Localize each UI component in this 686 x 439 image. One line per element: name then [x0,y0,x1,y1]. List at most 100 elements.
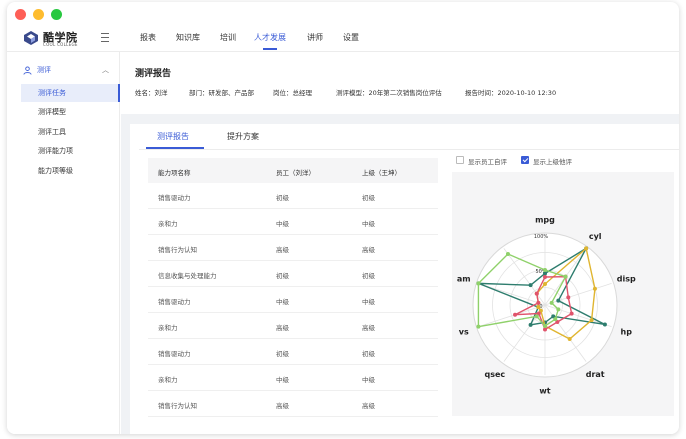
tab-improvement-plan[interactable]: 提升方案 [227,131,259,142]
page-title: 测评报告 [135,69,172,79]
radar-data-point [569,311,574,316]
nav-item-settings[interactable]: 设置 [343,32,359,43]
nav-item-lecturer[interactable]: 讲师 [307,32,323,43]
radar-data-point [584,246,589,251]
chevron-up-icon[interactable]: ︿ [102,65,109,75]
supervisor-level: 中级 [362,220,375,228]
radar-data-point [543,324,547,328]
radar-data-point [553,317,558,322]
ability-name: 亲和力 [158,376,178,384]
tab-report[interactable]: 测评报告 [157,131,189,142]
sidebar-item-label: 测评工具 [38,128,66,136]
header-ability: 能力项名称 [158,169,191,177]
employee-level: 高级 [276,324,289,332]
sidebar-item-tasks[interactable]: 测评任务 [21,84,120,102]
top-navigation: 酷学院 COOL COLLEGE 报表 知识库 培训 人才发展 讲师 设置 [7,26,679,52]
ability-name: 销售驱动力 [158,350,191,358]
radar-axis-label: cyl [589,232,602,241]
supervisor-level: 初级 [362,194,375,202]
radar-axis-label: mpg [535,216,555,225]
radar-data-point [592,286,597,291]
report-card: 测评报告 提升方案 能力项名称 员工（刘洋） 上级（王坤） 销售驱动力 初级 初级 … [130,124,679,434]
radar-axis-label: vs [459,327,469,336]
sidebar-item-tools[interactable]: 测评工具 [21,123,120,141]
supervisor-level: 初级 [362,272,375,280]
user-icon [23,66,32,75]
table-row: 信息收集与处理能力 初级 初级 [148,261,438,287]
meta-name: 姓名：刘洋 [135,89,168,97]
employee-level: 初级 [276,272,289,280]
radar-data-point [476,324,481,329]
radar-data-point [602,322,607,327]
show-self-eval-checkbox[interactable] [456,156,464,164]
radar-data-point [563,274,568,279]
logo-icon [24,31,38,45]
ability-name: 销售驱动力 [158,194,191,202]
table-row: 销售驱动力 初级 初级 [148,339,438,365]
radar-data-point [543,327,547,332]
report-header: 测评报告 姓名：刘洋 部门：研发部、产品部 岗位：总经理 测评模型：20年第二次… [121,52,679,114]
nav-item-knowledge[interactable]: 知识库 [176,32,200,43]
show-self-eval-label: 显示员工自评 [468,158,507,166]
meta-position: 岗位：总经理 [273,89,312,97]
brand-logo[interactable]: 酷学院 COOL COLLEGE [23,28,93,50]
table-row: 销售驱动力 初级 初级 [148,183,438,209]
employee-level: 高级 [276,246,289,254]
radar-axis-label: drat [586,370,605,379]
supervisor-level: 高级 [362,246,375,254]
meta-department: 部门：研发部、产品部 [189,89,254,97]
radar-axis-label: wt [539,386,550,395]
employee-level: 高级 [276,402,289,410]
radar-data-point [534,314,539,319]
sidebar-group-label: 测评 [37,66,51,74]
radar-axis-label: am [457,275,471,284]
table-header: 能力项名称 员工（刘洋） 上级（王坤） [148,158,438,183]
supervisor-level: 高级 [362,324,375,332]
radar-axis-label: hp [621,327,633,336]
employee-level: 中级 [276,298,289,306]
radar-data-point [543,282,547,286]
radar-tick-label: 100% [534,234,549,240]
sidebar-item-models[interactable]: 测评模型 [21,103,120,121]
radar-chart: 0 50% 100% mpg cyl disp hp drat wt qsec vs am [452,172,674,416]
header-employee: 员工（刘洋） [276,169,315,177]
tabs-divider [139,149,679,150]
supervisor-level: 中级 [362,376,375,384]
radar-data-point [513,312,518,317]
show-supervisor-eval-checkbox[interactable] [521,156,529,164]
radar-data-point [567,336,572,341]
radar-data-point [536,300,541,305]
ability-name: 销售行为认知 [158,246,197,254]
table-row: 销售驱动力 中级 中级 [148,287,438,313]
sidebar-group-assessment[interactable]: 测评 ︿ [7,63,120,77]
nav-item-training[interactable]: 培训 [220,32,236,43]
radar-data-point [543,271,547,276]
close-window-button[interactable] [15,9,26,20]
radar-axis-label: qsec [484,370,505,379]
content-area: 测评报告 姓名：刘洋 部门：研发部、产品部 岗位：总经理 测评模型：20年第二次… [121,52,679,434]
sidebar-item-levels[interactable]: 能力项等级 [21,162,120,180]
supervisor-level: 初级 [362,350,375,358]
employee-level: 中级 [276,376,289,384]
meta-report-time: 报告时间：2020-10-10 12:30 [465,89,557,97]
table-row: 亲和力 中级 中级 [148,365,438,391]
radar-chart-svg: 050%100%mpgcyldisphpdratwtqsecvsam [457,216,636,396]
table-row: 亲和力 中级 中级 [148,209,438,235]
nav-item-reports[interactable]: 报表 [140,32,156,43]
header-supervisor: 上级（王坤） [362,169,401,177]
maximize-window-button[interactable] [51,9,62,20]
radar-data-point [536,305,541,310]
sidebar-item-abilities[interactable]: 测评能力项 [21,142,120,160]
radar-data-point [528,283,533,288]
app-window: 酷学院 COOL COLLEGE 报表 知识库 培训 人才发展 讲师 设置 测评… [7,2,679,434]
radar-data-point [589,318,594,323]
radar-data-point [543,275,547,279]
radar-data-point [534,291,539,296]
table-row: 销售行为认知 高级 高级 [148,391,438,417]
nav-item-talent[interactable]: 人才发展 [254,32,286,43]
minimize-window-button[interactable] [33,9,44,20]
radar-data-point [543,268,547,272]
sidebar-item-label: 能力项等级 [38,167,73,175]
menu-toggle-icon[interactable] [101,33,111,42]
sidebar: 测评 ︿ 测评任务 测评模型 测评工具 测评能力项 能力项等级 [7,52,120,434]
